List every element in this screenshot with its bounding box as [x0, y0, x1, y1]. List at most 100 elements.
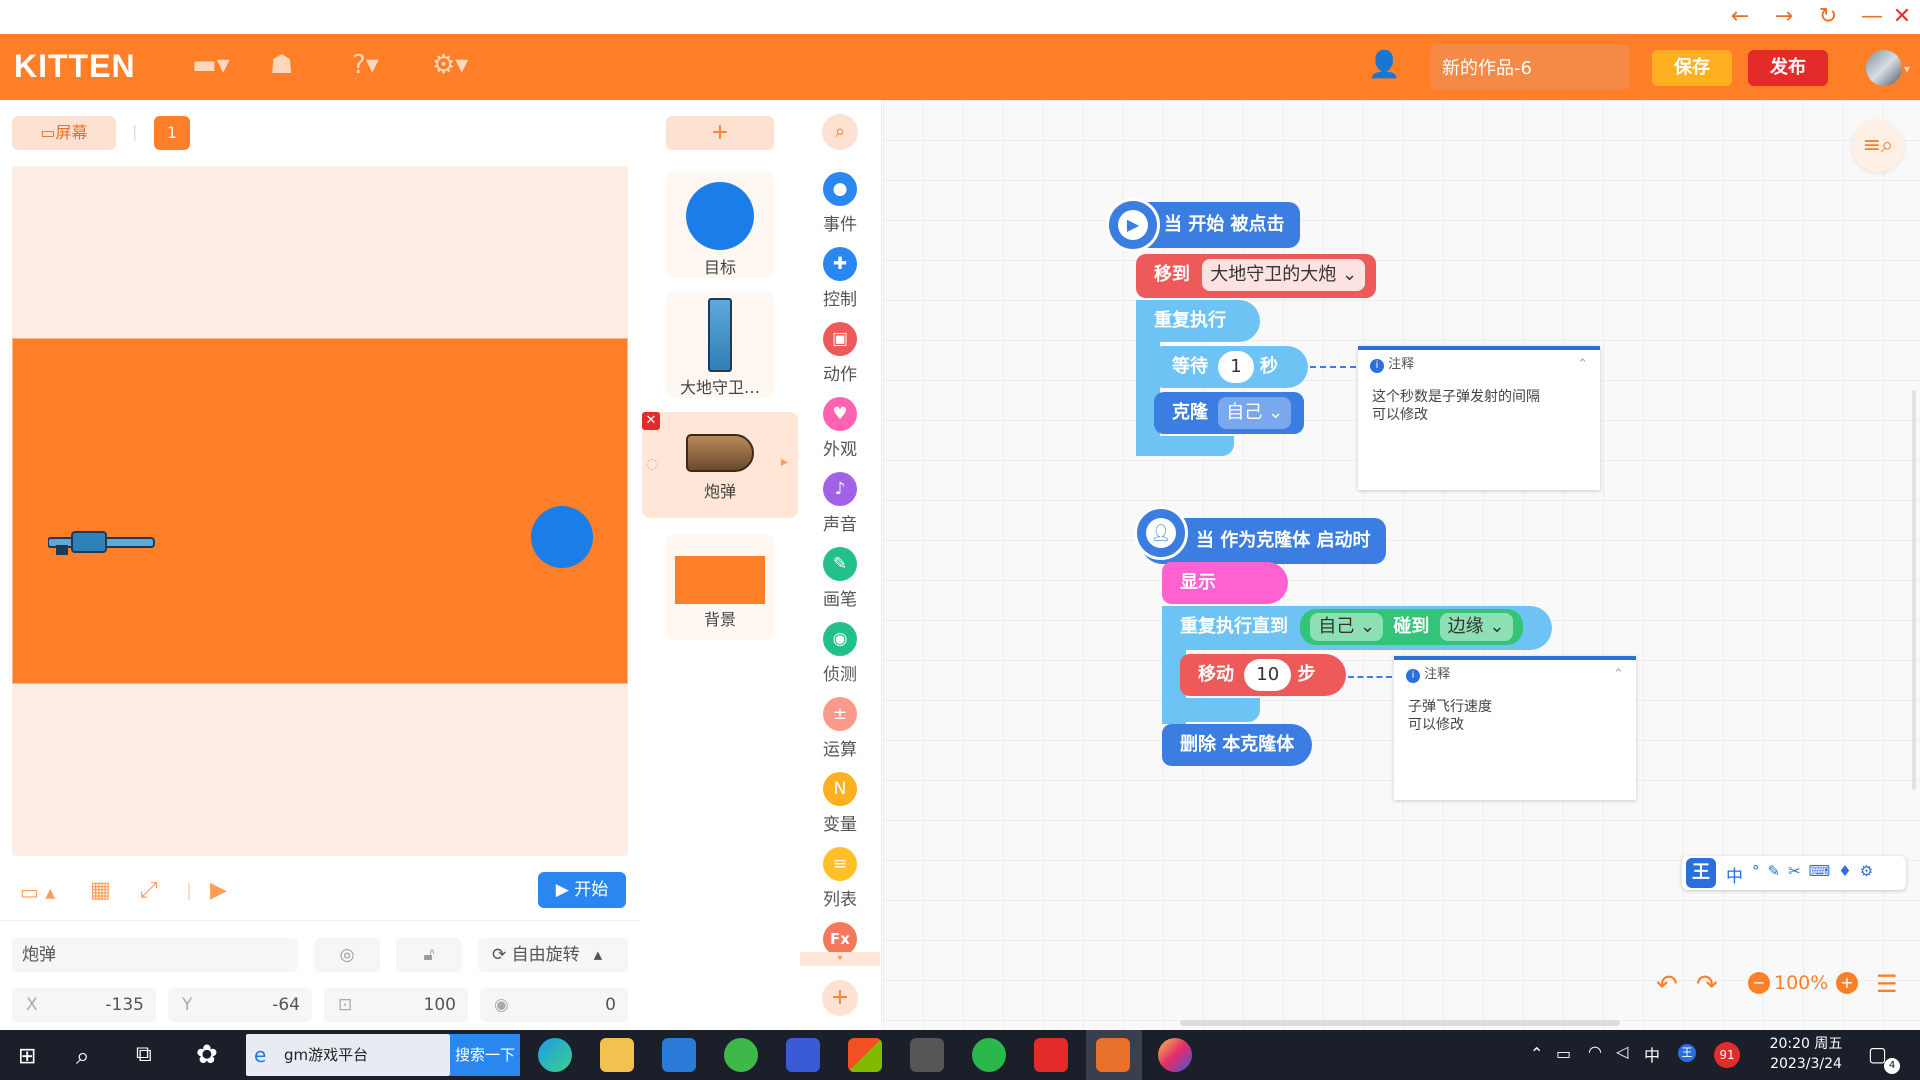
self-dropdown[interactable]: 自己 ⌄: [1310, 613, 1384, 641]
close-icon[interactable]: ✕: [1884, 4, 1920, 30]
hidden-icon[interactable]: ◌: [646, 456, 658, 472]
back-icon[interactable]: ←: [1722, 4, 1758, 30]
sprite-card[interactable]: 目标: [666, 172, 774, 278]
ime-tools-icon[interactable]: °✎✂⌨♦⚙: [1752, 862, 1881, 880]
clock[interactable]: 20:20 周五 2023/3/24: [1766, 1034, 1846, 1074]
record-icon[interactable]: ▶: [210, 878, 227, 903]
x-field[interactable]: X -135: [12, 988, 156, 1022]
category-events[interactable]: ● 事件: [800, 172, 880, 235]
workspace-h-scrollbar[interactable]: [1180, 1020, 1620, 1026]
task-view-icon[interactable]: ⧉: [136, 1042, 152, 1067]
undo-icon[interactable]: ↶: [1656, 970, 1678, 1000]
move-to-target-dropdown[interactable]: 大地守卫的大炮 ⌄: [1202, 259, 1366, 291]
search-icon[interactable]: ⌕: [76, 1042, 89, 1070]
direction-field[interactable]: ◉ 0: [480, 988, 628, 1022]
visibility-icon[interactable]: ◎: [314, 938, 380, 972]
y-field[interactable]: Y -64: [168, 988, 312, 1022]
redo-icon[interactable]: ↷: [1696, 970, 1718, 1000]
delete-sprite-icon[interactable]: ✕: [642, 412, 660, 430]
cannon-sprite[interactable]: [47, 528, 156, 556]
repeat-until-block[interactable]: 重复执行直到 自己 ⌄ 碰到 边缘 ⌄: [1162, 606, 1552, 650]
browser-search-box[interactable]: e gm游戏平台: [246, 1034, 450, 1076]
edge-browser-icon[interactable]: [538, 1038, 572, 1072]
reload-icon[interactable]: ↻: [1810, 4, 1846, 30]
category-motion[interactable]: ▣ 动作: [800, 322, 880, 385]
mail-icon[interactable]: [662, 1038, 696, 1072]
app-plus-icon[interactable]: [972, 1038, 1006, 1072]
category-pen[interactable]: ✎ 画笔: [800, 547, 880, 610]
sprite-card[interactable]: 大地守卫…: [666, 292, 774, 398]
ime-toolbar[interactable]: 王 中 °✎✂⌨♦⚙: [1682, 856, 1906, 890]
block-search-icon[interactable]: ≡⌕: [1852, 120, 1904, 172]
category-operators[interactable]: ± 运算: [800, 697, 880, 760]
browser-360-icon[interactable]: [724, 1038, 758, 1072]
add-extension-button[interactable]: +: [822, 980, 858, 1016]
backpack-icon[interactable]: ☗: [270, 50, 293, 80]
collapse-icon[interactable]: ⌃: [1613, 660, 1624, 690]
store-icon[interactable]: [848, 1038, 882, 1072]
category-sensing[interactable]: ◉ 侦测: [800, 622, 880, 685]
wifi-icon[interactable]: ◠: [1588, 1042, 1602, 1061]
comment-note[interactable]: i 注释 ⌃ 子弹飞行速度 可以修改: [1394, 656, 1636, 800]
wait-seconds-input[interactable]: 1: [1218, 351, 1254, 383]
avatar-chevron-icon[interactable]: ▾: [1904, 62, 1910, 76]
forever-block[interactable]: 重复执行: [1136, 300, 1260, 342]
volume-icon[interactable]: ◁: [1616, 1042, 1628, 1061]
rotation-mode-select[interactable]: ⟳ 自由旋转 ▴: [478, 938, 628, 972]
clone-target-dropdown[interactable]: 自己 ⌄: [1218, 397, 1292, 429]
fullscreen-icon[interactable]: ⤢: [140, 878, 158, 903]
add-collaborator-icon[interactable]: 👤: [1368, 50, 1400, 80]
publish-button[interactable]: 发布: [1748, 50, 1828, 86]
input-language[interactable]: 中: [1644, 1042, 1660, 1066]
search-icon[interactable]: ⌕: [822, 114, 858, 150]
app-auto-icon[interactable]: [910, 1038, 944, 1072]
grid-icon[interactable]: ▦: [90, 878, 111, 903]
avatar[interactable]: [1866, 50, 1902, 86]
move-steps-block[interactable]: 移动 10 步: [1180, 654, 1346, 696]
add-sprite-button[interactable]: +: [666, 116, 774, 150]
wait-block[interactable]: 等待 1 秒: [1154, 346, 1308, 388]
arrow-right-icon[interactable]: ▸: [781, 454, 788, 470]
help-icon[interactable]: ?▾: [352, 50, 379, 80]
app-hex-icon[interactable]: [786, 1038, 820, 1072]
tray-chevron-icon[interactable]: ⌃: [1530, 1044, 1543, 1063]
stage-canvas[interactable]: [12, 338, 628, 684]
target-sprite[interactable]: [531, 506, 593, 568]
zoom-out-icon[interactable]: −: [1748, 972, 1770, 994]
lock-icon[interactable]: 🔓︎: [396, 938, 462, 972]
category-control[interactable]: ✚ 控制: [800, 247, 880, 310]
file-explorer-icon[interactable]: [600, 1038, 634, 1072]
zoom-in-icon[interactable]: +: [1836, 972, 1858, 994]
scroll-down-icon[interactable]: ▾: [800, 952, 880, 966]
category-looks[interactable]: ♥ 外观: [800, 397, 880, 460]
category-variables[interactable]: N 变量: [800, 772, 880, 835]
code-workspace[interactable]: [883, 100, 1920, 1030]
settings-icon[interactable]: ⚙▾: [432, 50, 468, 80]
notification-badge[interactable]: 91: [1714, 1042, 1740, 1068]
category-lists[interactable]: ≡ 列表: [800, 847, 880, 910]
start-button[interactable]: ▶ 开始: [538, 872, 626, 908]
delete-clone-block[interactable]: 删除 本克隆体: [1162, 724, 1312, 766]
ime-tray-icon[interactable]: 王: [1678, 1044, 1696, 1062]
folder-icon[interactable]: ▬▾: [192, 50, 230, 80]
size-field[interactable]: ⊡ 100: [324, 988, 468, 1022]
save-button[interactable]: 保存: [1652, 50, 1732, 86]
project-name-input[interactable]: [1430, 44, 1630, 90]
category-sound[interactable]: ♪ 声音: [800, 472, 880, 535]
touching-condition[interactable]: 自己 ⌄ 碰到 边缘 ⌄: [1300, 609, 1523, 645]
sprite-card-selected[interactable]: ✕ ◌ ▸ 炮弹: [642, 412, 798, 518]
tidy-blocks-icon[interactable]: ☰: [1876, 970, 1898, 998]
app-drop-icon[interactable]: [1158, 1038, 1192, 1072]
stage-size-icon[interactable]: ▭ ▴: [20, 880, 55, 904]
show-block[interactable]: 显示: [1162, 562, 1288, 604]
sprite-name-input[interactable]: 炮弹: [12, 938, 298, 972]
search-button[interactable]: 搜索一下: [450, 1034, 520, 1076]
move-steps-input[interactable]: 10: [1244, 659, 1292, 691]
edge-dropdown[interactable]: 边缘 ⌄: [1439, 613, 1513, 641]
clone-block[interactable]: 克隆 自己 ⌄: [1154, 392, 1304, 434]
screen-mode-button[interactable]: ▭屏幕: [12, 116, 116, 150]
battery-icon[interactable]: ▭: [1556, 1044, 1571, 1063]
collapse-icon[interactable]: ⌃: [1577, 350, 1588, 380]
windows-start-icon[interactable]: ⊞: [18, 1044, 36, 1069]
comment-note[interactable]: i 注释 ⌃ 这个秒数是子弹发射的间隔 可以修改: [1358, 346, 1600, 490]
